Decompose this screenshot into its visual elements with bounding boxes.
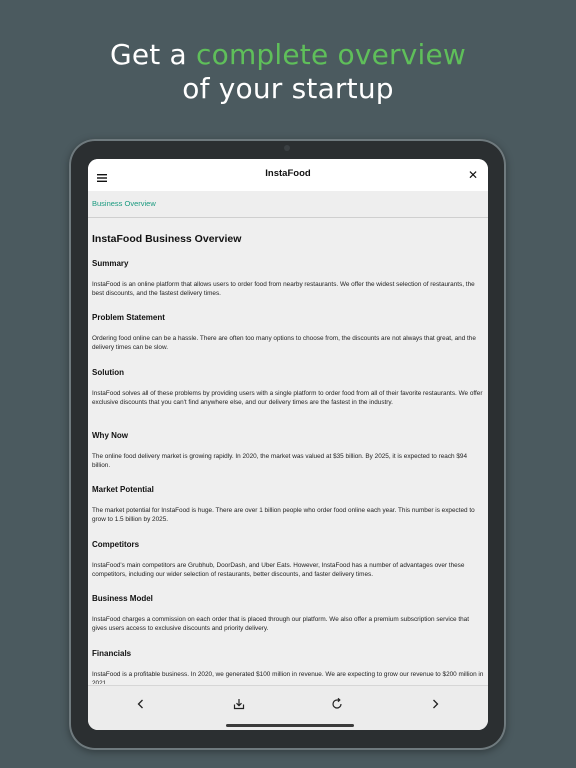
hero-line-2: of your startup (182, 72, 394, 105)
chevron-right-icon[interactable] (428, 697, 442, 711)
app-title: InstaFood (265, 168, 311, 179)
refresh-icon[interactable] (330, 697, 344, 711)
section-heading: Market Potential (92, 485, 154, 494)
tab-business-overview[interactable]: Business Overview (92, 199, 156, 208)
section-heading: Why Now (92, 431, 128, 440)
section-body: InstaFood is an online platform that all… (92, 281, 475, 297)
close-icon[interactable]: ✕ (467, 169, 479, 181)
top-app-bar: InstaFood ✕ (88, 159, 488, 191)
section-body: The market potential for InstaFood is hu… (92, 507, 475, 523)
section-body: InstaFood's main competitors are Grubhub… (92, 562, 465, 578)
camera-dot (284, 145, 290, 151)
chevron-left-icon[interactable] (134, 697, 148, 711)
hero-headline: Get a complete overview of your startup (0, 38, 576, 106)
section-heading: Solution (92, 368, 124, 377)
section-body: Ordering food online can be a hassle. Th… (92, 335, 476, 351)
document-title: InstaFood Business Overview (92, 233, 242, 245)
hero-line-1-prefix: Get a (109, 38, 197, 71)
section-body: InstaFood is a profitable business. In 2… (92, 671, 484, 684)
section-heading: Business Model (92, 594, 153, 603)
section-heading: Summary (92, 259, 129, 268)
download-icon[interactable] (232, 697, 246, 711)
section-heading: Problem Statement (92, 313, 165, 322)
hero-line-1: Get a complete overview (0, 38, 576, 72)
section-tab-bar: Business Overview (88, 191, 488, 218)
hero-line-1-accent: complete overview (196, 38, 467, 71)
home-indicator (226, 724, 354, 727)
section-heading: Financials (92, 649, 132, 658)
section-heading: Competitors (92, 540, 140, 549)
section-body: InstaFood charges a commission on each o… (92, 616, 469, 632)
document-content[interactable]: InstaFood Business Overview Summary Inst… (88, 218, 488, 684)
section-body: InstaFood solves all of these problems b… (92, 390, 483, 406)
app-screen: InstaFood ✕ Business Overview InstaFood … (88, 159, 488, 730)
section-body: The online food delivery market is growi… (92, 453, 468, 469)
